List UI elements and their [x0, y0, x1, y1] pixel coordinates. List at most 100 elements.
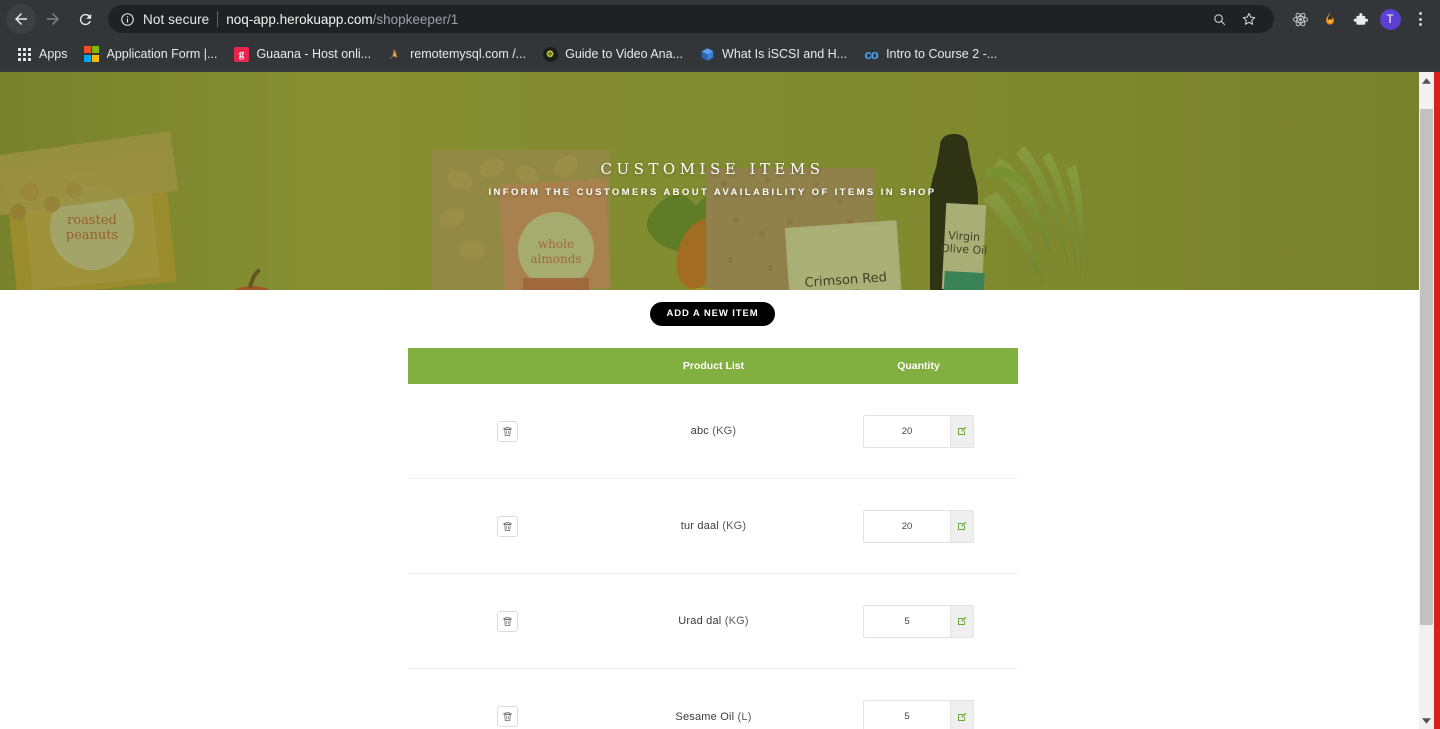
- column-header-product-list: Product List: [682, 360, 745, 372]
- info-circle-icon: [121, 12, 134, 26]
- cell-product-name: Sesame Oil (L): [608, 711, 820, 723]
- bookmark-label: remotemysql.com /...: [410, 47, 527, 61]
- cell-delete: [408, 706, 608, 727]
- cell-quantity: [820, 509, 1018, 543]
- bookmark-label: Intro to Course 2 -...: [886, 47, 998, 61]
- product-name: Urad dal: [678, 615, 722, 627]
- address-bar[interactable]: Not secure noq-app.herokuapp.com/shopkee…: [108, 5, 1274, 33]
- page-subtitle: INFORM THE CUSTOMERS ABOUT AVAILABILITY …: [488, 187, 937, 198]
- cell-delete: [408, 610, 608, 632]
- delete-item-button[interactable]: [497, 420, 518, 442]
- page-title: CUSTOMISE ITEMS: [600, 160, 825, 178]
- cell-product-name: abc (KG): [608, 425, 820, 437]
- product-name: Sesame Oil: [675, 710, 735, 723]
- edit-item-button[interactable]: [950, 509, 974, 543]
- delete-item-button[interactable]: [497, 706, 518, 727]
- cell-product-name: tur daal (KG): [608, 520, 820, 532]
- delete-item-button[interactable]: [497, 610, 518, 632]
- url-host: noq-app.herokuapp.com: [226, 11, 373, 27]
- scrollbar-thumb[interactable]: [1420, 109, 1433, 625]
- react-devtools-icon[interactable]: [1286, 5, 1314, 33]
- bookmark-application-form[interactable]: Application Form |...: [76, 42, 226, 66]
- url-path: /shopkeeper/1: [372, 11, 459, 27]
- delete-item-button[interactable]: [497, 515, 518, 537]
- product-name: abc: [690, 425, 710, 437]
- quantity-input[interactable]: [863, 414, 950, 448]
- edit-item-button[interactable]: [950, 700, 974, 729]
- product-unit: (KG): [722, 520, 747, 532]
- edit-item-button[interactable]: [950, 604, 974, 638]
- page-viewport: roasted peanuts whole almonds Crimson Re…: [0, 72, 1440, 729]
- star-icon: [1242, 12, 1256, 25]
- web-page: roasted peanuts whole almonds Crimson Re…: [0, 72, 1425, 729]
- avatar-initial: T: [1379, 8, 1401, 30]
- puzzle-icon: [1353, 12, 1368, 25]
- column-header-quantity: Quantity: [897, 360, 940, 372]
- browser-toolbar: Not secure noq-app.herokuapp.com/shopkee…: [0, 0, 1440, 38]
- quantity-input[interactable]: [863, 509, 950, 543]
- flame-extension-icon[interactable]: [1316, 5, 1344, 33]
- back-button[interactable]: [6, 4, 36, 34]
- bookmark-label: Apps: [39, 47, 68, 61]
- table-row: Sesame Oil (L): [408, 669, 1018, 729]
- bookmarks-bar: Apps Application Form |... g Guaana - Ho…: [0, 38, 1440, 71]
- extensions-puzzle-icon[interactable]: [1346, 5, 1374, 33]
- quantity-input-group: [863, 700, 974, 729]
- bookmark-star-icon[interactable]: [1236, 6, 1262, 32]
- security-status-text: Not secure: [143, 11, 210, 27]
- scroll-up-arrow[interactable]: [1419, 72, 1434, 89]
- trash-icon: [503, 521, 512, 531]
- product-unit: (KG): [712, 425, 737, 437]
- quantity-input[interactable]: [863, 604, 950, 638]
- apps-grid-icon: [16, 46, 32, 62]
- add-new-item-button[interactable]: ADD A NEW ITEM: [650, 302, 775, 326]
- cube-icon: [701, 47, 713, 61]
- bookmark-apps[interactable]: Apps: [8, 42, 76, 66]
- add-item-wrap: ADD A NEW ITEM: [0, 302, 1425, 326]
- three-dots-icon: [1418, 12, 1422, 26]
- microsoft-forms-icon: [83, 46, 100, 62]
- not-secure-info-icon[interactable]: [120, 12, 135, 27]
- guaana-icon: g: [233, 46, 249, 62]
- extension-icons: T: [1282, 5, 1434, 33]
- cell-product-name: Urad dal (KG): [608, 615, 820, 627]
- hero-text-block: CUSTOMISE ITEMS INFORM THE CUSTOMERS ABO…: [0, 160, 1425, 198]
- product-unit: (L): [737, 710, 752, 723]
- bookmark-intro-course[interactable]: co Intro to Course 2 -...: [855, 42, 1005, 66]
- scrollbar-track[interactable]: [1419, 89, 1434, 712]
- product-name: tur daal: [680, 520, 719, 532]
- edit-item-button[interactable]: [950, 414, 974, 448]
- quantity-input-group: [863, 604, 974, 638]
- screen-edge-strip: [1434, 72, 1440, 729]
- page-scrollbar[interactable]: [1419, 72, 1434, 729]
- main-content: ADD A NEW ITEM Product List Quantity abc…: [0, 290, 1425, 729]
- browser-window: Not secure noq-app.herokuapp.com/shopkee…: [0, 0, 1440, 729]
- search-icon[interactable]: [1206, 6, 1232, 32]
- arrow-right-icon: [47, 13, 59, 25]
- chrome-menu-button[interactable]: [1406, 5, 1434, 33]
- scroll-down-arrow[interactable]: [1419, 712, 1434, 729]
- cell-quantity: [820, 700, 1018, 729]
- edit-pencil-icon: [958, 712, 967, 721]
- bookmark-guide-video[interactable]: ⚙ Guide to Video Ana...: [534, 42, 691, 66]
- arrow-left-icon: [15, 13, 27, 25]
- bookmark-label: What Is iSCSI and H...: [722, 47, 848, 61]
- trash-icon: [503, 616, 512, 626]
- bookmark-label: Application Form |...: [106, 47, 218, 61]
- bookmark-guaana[interactable]: g Guaana - Host onli...: [225, 42, 379, 66]
- mysql-icon: [387, 46, 403, 62]
- bookmark-iscsi[interactable]: What Is iSCSI and H...: [691, 42, 855, 66]
- forward-button[interactable]: [38, 4, 68, 34]
- items-table: Product List Quantity abc (KG) 20 tur da…: [407, 348, 1018, 729]
- bookmark-remotemysql[interactable]: remotemysql.com /...: [379, 42, 534, 66]
- product-unit: (KG): [724, 615, 749, 627]
- cell-delete: [408, 515, 608, 537]
- profile-avatar[interactable]: T: [1376, 5, 1404, 33]
- quantity-input[interactable]: [863, 700, 950, 729]
- reload-button[interactable]: [70, 4, 100, 34]
- edit-pencil-icon: [958, 426, 967, 435]
- omnibox-actions: [1206, 6, 1262, 32]
- coursera-icon: co: [864, 46, 878, 62]
- chevron-up-icon: [1422, 77, 1431, 84]
- atom-icon: [1292, 12, 1308, 26]
